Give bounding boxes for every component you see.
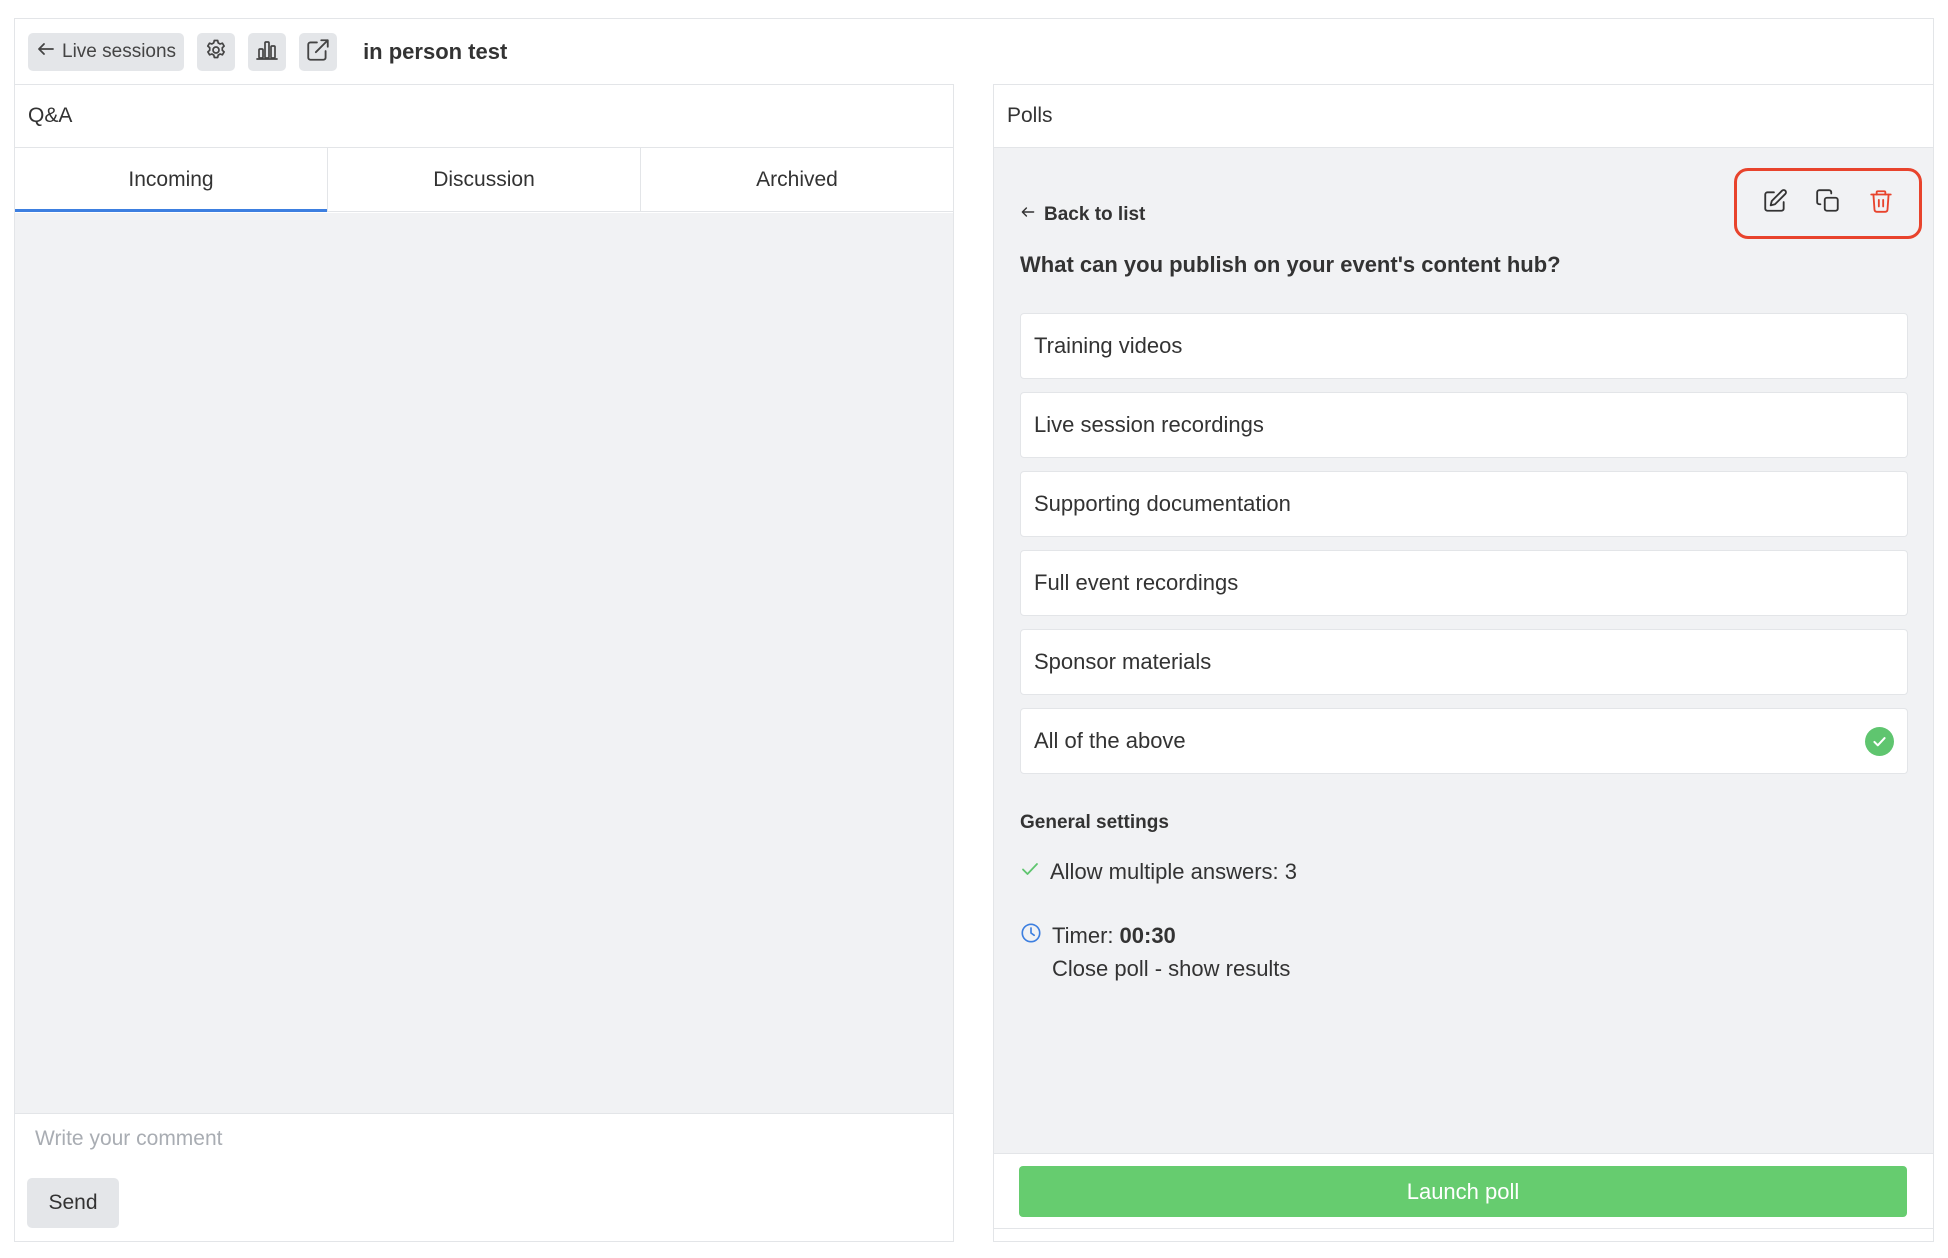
launch-poll-button[interactable]: Launch poll	[1019, 1166, 1907, 1217]
timer-action-text: Close poll - show results	[1052, 956, 1291, 981]
back-to-list-link[interactable]: Back to list	[1020, 204, 1145, 226]
session-header: Live sessions in person test	[14, 18, 1934, 85]
arrow-left-icon	[1020, 204, 1036, 226]
tab-discussion[interactable]: Discussion	[328, 148, 641, 211]
external-link-icon	[305, 37, 331, 68]
poll-option-label: All of the above	[1034, 728, 1186, 753]
arrow-left-icon	[36, 39, 56, 65]
back-to-live-sessions-button[interactable]: Live sessions	[28, 33, 185, 71]
general-settings-heading: General settings	[1020, 812, 1169, 833]
poll-option: Sponsor materials	[1020, 629, 1908, 695]
qa-question-list	[15, 213, 953, 1113]
edit-icon	[1762, 188, 1788, 219]
launch-footer: Launch poll	[994, 1153, 1933, 1241]
bar-chart-icon	[255, 38, 279, 67]
edit-poll-button[interactable]	[1759, 188, 1791, 220]
trash-icon	[1868, 188, 1894, 219]
qa-title: Q&A	[15, 85, 953, 148]
tab-archived[interactable]: Archived	[641, 148, 953, 211]
analytics-button[interactable]	[248, 33, 287, 71]
open-external-button[interactable]	[299, 33, 338, 71]
delete-poll-button[interactable]	[1865, 188, 1897, 220]
check-icon	[1020, 859, 1040, 885]
poll-option: Supporting documentation	[1020, 471, 1908, 537]
timer-setting: Timer: 00:30	[1020, 922, 1176, 950]
back-to-list-label: Back to list	[1044, 204, 1146, 225]
settings-button[interactable]	[197, 33, 236, 71]
gear-icon	[204, 38, 228, 67]
polls-title: Polls	[994, 85, 1933, 148]
send-button[interactable]: Send	[27, 1178, 119, 1228]
polls-panel: Polls Back to list What can you publish …	[993, 84, 1934, 1242]
qa-panel: Q&A Incoming Discussion Archived Send	[14, 84, 954, 1242]
poll-detail: Back to list What can you publish on you…	[994, 148, 1933, 1153]
check-circle-icon	[1865, 726, 1894, 756]
footer-divider	[994, 1228, 1933, 1229]
poll-option-label: Sponsor materials	[1034, 649, 1212, 674]
poll-option-label: Full event recordings	[1034, 570, 1239, 595]
poll-options: Training videos Live session recordings …	[1020, 313, 1908, 787]
duplicate-poll-button[interactable]	[1812, 188, 1844, 220]
poll-option-label: Training videos	[1034, 333, 1183, 358]
comment-composer: Send	[15, 1113, 953, 1241]
timer-label: Timer:	[1052, 923, 1114, 948]
comment-input[interactable]	[33, 1126, 913, 1152]
poll-option-correct: All of the above	[1020, 708, 1908, 774]
copy-icon	[1815, 188, 1841, 219]
poll-option: Training videos	[1020, 313, 1908, 379]
multiple-answers-text: Allow multiple answers: 3	[1050, 859, 1297, 884]
poll-question: What can you publish on your event's con…	[1020, 252, 1561, 277]
back-button-label: Live sessions	[62, 41, 177, 62]
poll-actions-highlight	[1734, 168, 1922, 239]
poll-option: Full event recordings	[1020, 550, 1908, 616]
event-title: in person test	[363, 39, 508, 64]
multiple-answers-setting: Allow multiple answers: 3	[1020, 859, 1297, 885]
poll-option-label: Supporting documentation	[1034, 491, 1291, 516]
timer-value: 00:30	[1119, 923, 1176, 948]
clock-icon	[1020, 922, 1042, 950]
tab-incoming[interactable]: Incoming	[15, 148, 328, 212]
poll-option: Live session recordings	[1020, 392, 1908, 458]
qa-tabs: Incoming Discussion Archived	[15, 148, 953, 212]
poll-option-label: Live session recordings	[1034, 412, 1264, 437]
